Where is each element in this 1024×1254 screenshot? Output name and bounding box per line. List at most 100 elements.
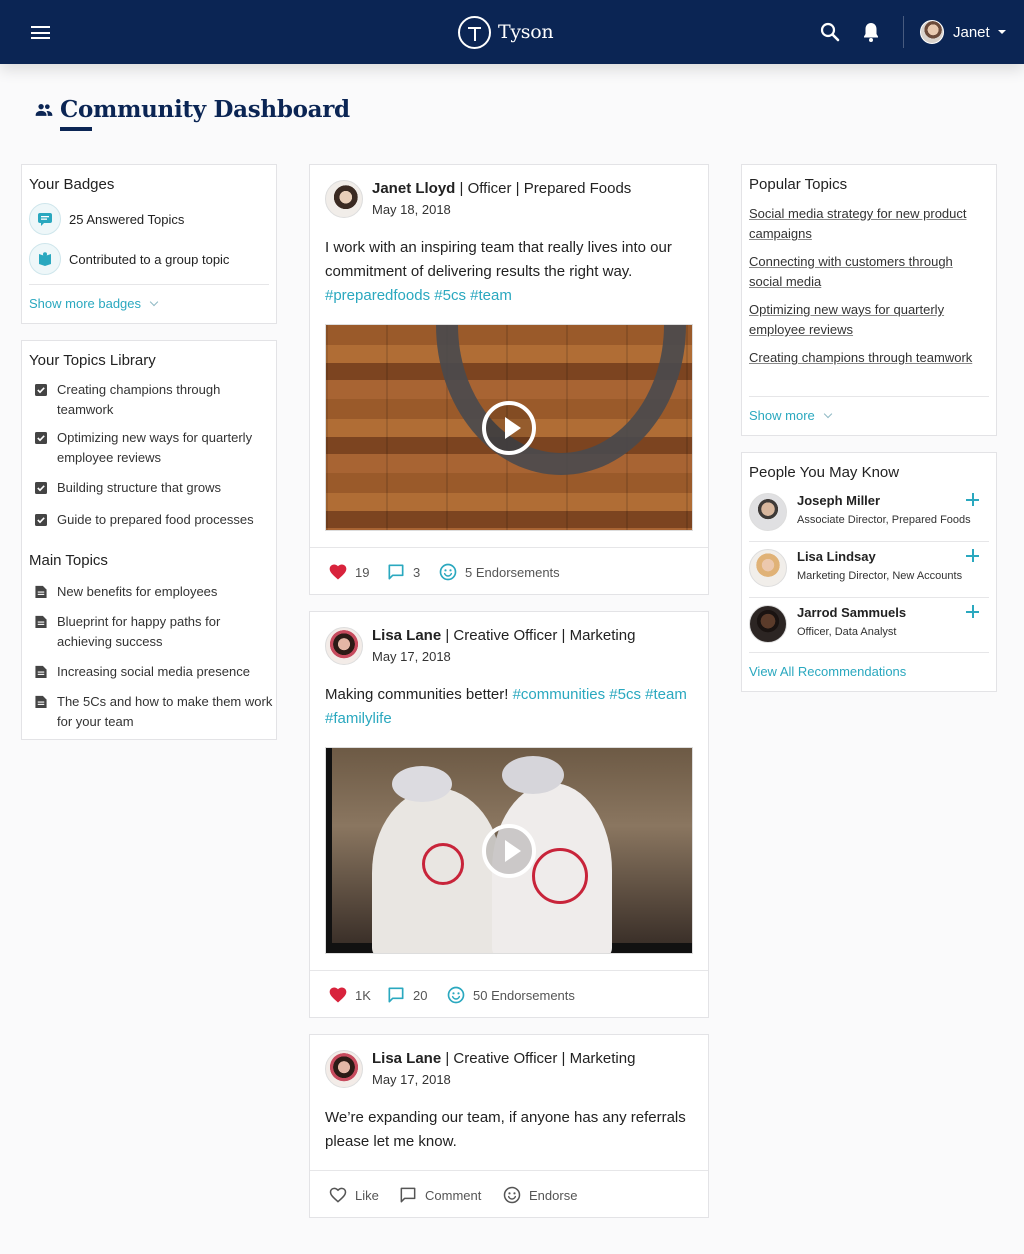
popular-topic-link[interactable]: Creating champions through teamwork bbox=[749, 348, 987, 368]
person-role: Officer, Data Analyst bbox=[797, 626, 897, 638]
author-avatar[interactable] bbox=[325, 180, 363, 218]
hashtag-link[interactable]: #communities bbox=[513, 686, 606, 703]
author-name[interactable]: Lisa Lane bbox=[372, 627, 441, 644]
hashtag-link[interactable]: #preparedfoods bbox=[325, 287, 430, 304]
like-label: Like bbox=[355, 1187, 379, 1203]
author-title: | Creative Officer | Marketing bbox=[441, 627, 636, 644]
badge-label: Contributed to a group topic bbox=[69, 251, 230, 267]
hashtag-link[interactable]: #familylife bbox=[325, 710, 392, 727]
document-icon bbox=[35, 585, 47, 598]
main-topic-item[interactable]: Increasing social media presence bbox=[35, 662, 275, 682]
add-person-icon[interactable] bbox=[966, 605, 979, 618]
play-icon[interactable] bbox=[482, 400, 536, 455]
comment-icon bbox=[400, 1187, 416, 1203]
author-avatar[interactable] bbox=[325, 1050, 363, 1088]
post-date: May 17, 2018 bbox=[372, 649, 451, 664]
post-actions: Like Comment Endorse bbox=[310, 1170, 708, 1218]
library-topic-label: Building structure that grows bbox=[57, 480, 222, 495]
author-name[interactable]: Lisa Lane bbox=[372, 1050, 441, 1067]
bell-icon[interactable] bbox=[859, 20, 883, 44]
post-card: Lisa Lane | Creative Officer | Marketing… bbox=[309, 611, 709, 1018]
like-button[interactable]: 19 bbox=[328, 562, 369, 582]
menu-icon[interactable] bbox=[31, 26, 50, 39]
show-more-badges-label: Show more badges bbox=[29, 296, 142, 311]
post-card: Janet Lloyd | Officer | Prepared Foods M… bbox=[309, 164, 709, 595]
person-avatar[interactable] bbox=[749, 549, 787, 587]
comment-icon bbox=[388, 564, 404, 580]
main-topic-label: Increasing social media presence bbox=[57, 664, 250, 679]
show-more-topics-link[interactable]: Show more bbox=[749, 408, 832, 423]
main-topic-item[interactable]: New benefits for employees bbox=[35, 582, 275, 602]
checkbox-checked-icon bbox=[35, 432, 47, 444]
like-count: 19 bbox=[355, 564, 370, 580]
author-title: | Creative Officer | Marketing bbox=[441, 1050, 636, 1067]
smiley-icon bbox=[503, 1186, 521, 1204]
post-body-text: Making communities better! bbox=[325, 686, 513, 703]
comment-count: 3 bbox=[413, 564, 421, 580]
user-avatar bbox=[920, 20, 944, 44]
person-name[interactable]: Joseph Miller bbox=[797, 493, 880, 508]
hashtag-link[interactable]: #5cs bbox=[609, 686, 641, 703]
person-name[interactable]: Jarrod Sammuels bbox=[797, 605, 906, 620]
view-all-recommendations-link[interactable]: View All Recommendations bbox=[749, 664, 906, 679]
popular-topic-link[interactable]: Social media strategy for new product ca… bbox=[749, 204, 987, 244]
post-body-text: I work with an inspiring team that reall… bbox=[325, 239, 672, 280]
person-avatar[interactable] bbox=[749, 605, 787, 643]
caret-down-icon bbox=[997, 30, 1006, 34]
chat-badge-icon bbox=[29, 203, 61, 235]
post-video[interactable] bbox=[325, 324, 693, 531]
heart-filled-icon bbox=[329, 564, 347, 580]
top-bar: Tyson Janet bbox=[0, 0, 1024, 64]
smiley-icon bbox=[447, 986, 465, 1004]
popular-topics-title: Popular Topics bbox=[749, 176, 848, 193]
play-icon[interactable] bbox=[482, 823, 536, 878]
document-icon bbox=[35, 695, 47, 708]
library-topic-item[interactable]: Guide to prepared food processes bbox=[35, 510, 275, 530]
endorse-label: Endorse bbox=[529, 1187, 578, 1203]
endorse-button[interactable]: 5 Endorsements bbox=[438, 562, 560, 582]
comment-button[interactable]: Comment bbox=[398, 1185, 481, 1205]
like-button[interactable]: 1K bbox=[328, 985, 371, 1005]
checkbox-checked-icon bbox=[35, 482, 47, 494]
post-video[interactable] bbox=[325, 747, 693, 954]
popular-topic-link[interactable]: Connecting with customers through social… bbox=[749, 252, 987, 292]
library-topic-item[interactable]: Building structure that grows bbox=[35, 478, 275, 498]
badge-item[interactable]: Contributed to a group topic bbox=[29, 243, 229, 275]
endorse-button[interactable]: 50 Endorsements bbox=[446, 985, 575, 1005]
hashtag-link[interactable]: #team bbox=[645, 686, 687, 703]
popular-topic-link[interactable]: Optimizing new ways for quarterly employ… bbox=[749, 300, 987, 340]
people-icon bbox=[35, 103, 53, 116]
checkbox-checked-icon bbox=[35, 514, 47, 526]
hashtag-link[interactable]: #5cs bbox=[434, 287, 466, 304]
post-date: May 17, 2018 bbox=[372, 1072, 451, 1087]
smiley-icon bbox=[439, 563, 457, 581]
library-topic-item[interactable]: Optimizing new ways for quarterly employ… bbox=[35, 428, 275, 468]
author-avatar[interactable] bbox=[325, 627, 363, 665]
main-topic-label: Blueprint for happy paths for achieving … bbox=[57, 614, 221, 649]
person-avatar[interactable] bbox=[749, 493, 787, 531]
add-person-icon[interactable] bbox=[966, 549, 979, 562]
brand-logo[interactable]: Tyson bbox=[458, 15, 554, 49]
endorse-button[interactable]: Endorse bbox=[502, 1185, 577, 1205]
main-topic-item[interactable]: The 5Cs and how to make them work for yo… bbox=[35, 692, 275, 732]
book-badge-icon bbox=[29, 243, 61, 275]
person-suggestion: Lisa Lindsay Marketing Director, New Acc… bbox=[749, 549, 989, 589]
like-button[interactable]: Like bbox=[328, 1185, 379, 1205]
comment-button[interactable]: 20 bbox=[386, 985, 427, 1005]
main-topics-title: Main Topics bbox=[29, 552, 108, 569]
post-text: Making communities better! #communities … bbox=[325, 683, 693, 731]
user-menu[interactable]: Janet bbox=[920, 20, 1006, 44]
hashtag-link[interactable]: #team bbox=[470, 287, 512, 304]
show-more-badges-link[interactable]: Show more badges bbox=[29, 296, 159, 311]
author-name[interactable]: Janet Lloyd bbox=[372, 180, 455, 197]
badge-item[interactable]: 25 Answered Topics bbox=[29, 203, 184, 235]
comment-button[interactable]: 3 bbox=[386, 562, 420, 582]
search-icon[interactable] bbox=[818, 20, 842, 44]
post-actions: 1K 20 50 Endorsements bbox=[310, 970, 708, 1018]
main-topic-item[interactable]: Blueprint for happy paths for achieving … bbox=[35, 612, 275, 652]
divider bbox=[749, 597, 989, 598]
document-icon bbox=[35, 615, 47, 628]
add-person-icon[interactable] bbox=[966, 493, 979, 506]
person-name[interactable]: Lisa Lindsay bbox=[797, 549, 876, 564]
library-topic-item[interactable]: Creating champions through teamwork bbox=[35, 380, 275, 420]
